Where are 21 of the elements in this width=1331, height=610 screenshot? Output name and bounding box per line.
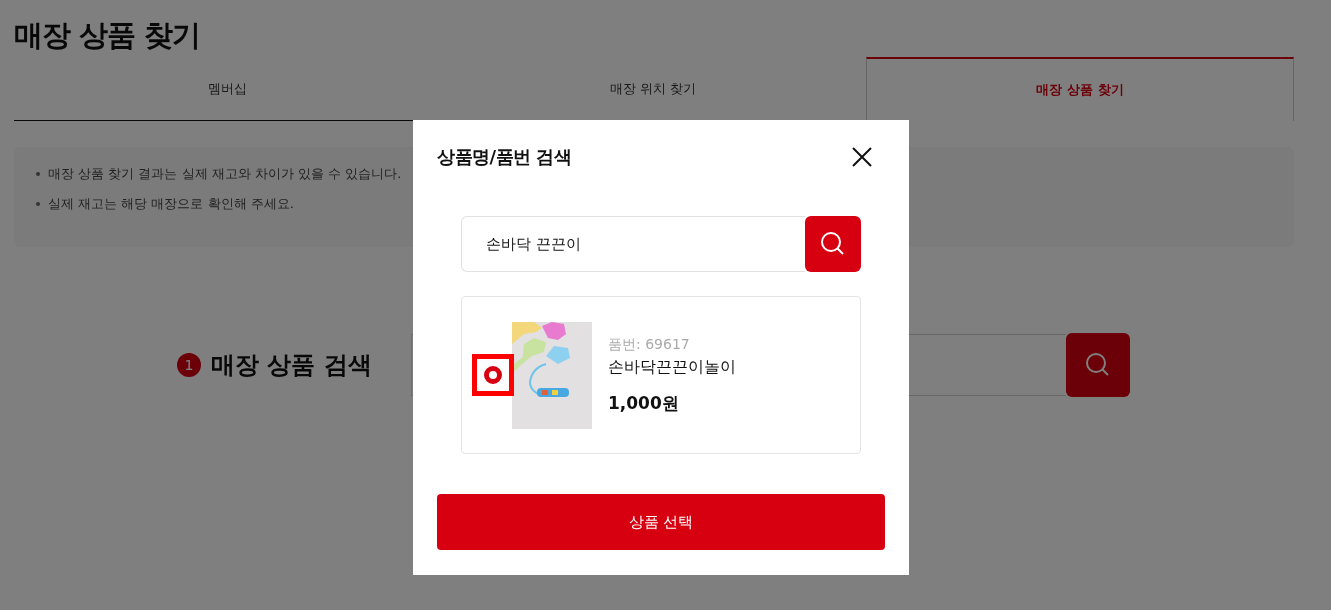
step-title: 매장 상품 검색 [211, 350, 372, 381]
product-code: 품번: 69617 [608, 335, 691, 354]
select-button[interactable]: 상품 선택 [437, 494, 885, 550]
bullet-icon [36, 202, 40, 206]
tab[interactable]: 매장 상품 찾기 [866, 57, 1294, 121]
search-button[interactable] [1066, 333, 1130, 397]
search-input[interactable]: 손바닥 끈끈이 [461, 216, 805, 272]
search-icon [1085, 352, 1111, 378]
dialog-title: 상품명/품번 검색 [437, 145, 572, 169]
close-icon[interactable] [851, 146, 873, 168]
step-number: 1 [177, 353, 201, 377]
product-price: 1,000원 [608, 391, 680, 415]
product-name: 손바닥끈끈이놀이 [608, 356, 736, 378]
product-card[interactable]: 품번: 69617 손바닥끈끈이놀이 1,000원 [461, 296, 861, 454]
search-icon [820, 231, 846, 257]
search-button[interactable] [805, 216, 861, 272]
notice-text: 매장 상품 찾기 결과는 실제 재고와 차이가 있을 수 있습니다. [48, 165, 402, 183]
radio-button[interactable] [484, 366, 502, 384]
notice-text: 실제 재고는 해당 매장으로 확인해 주세요. [48, 195, 294, 213]
page-title: 매장 상품 찾기 [14, 17, 202, 54]
bullet-icon [36, 172, 40, 176]
